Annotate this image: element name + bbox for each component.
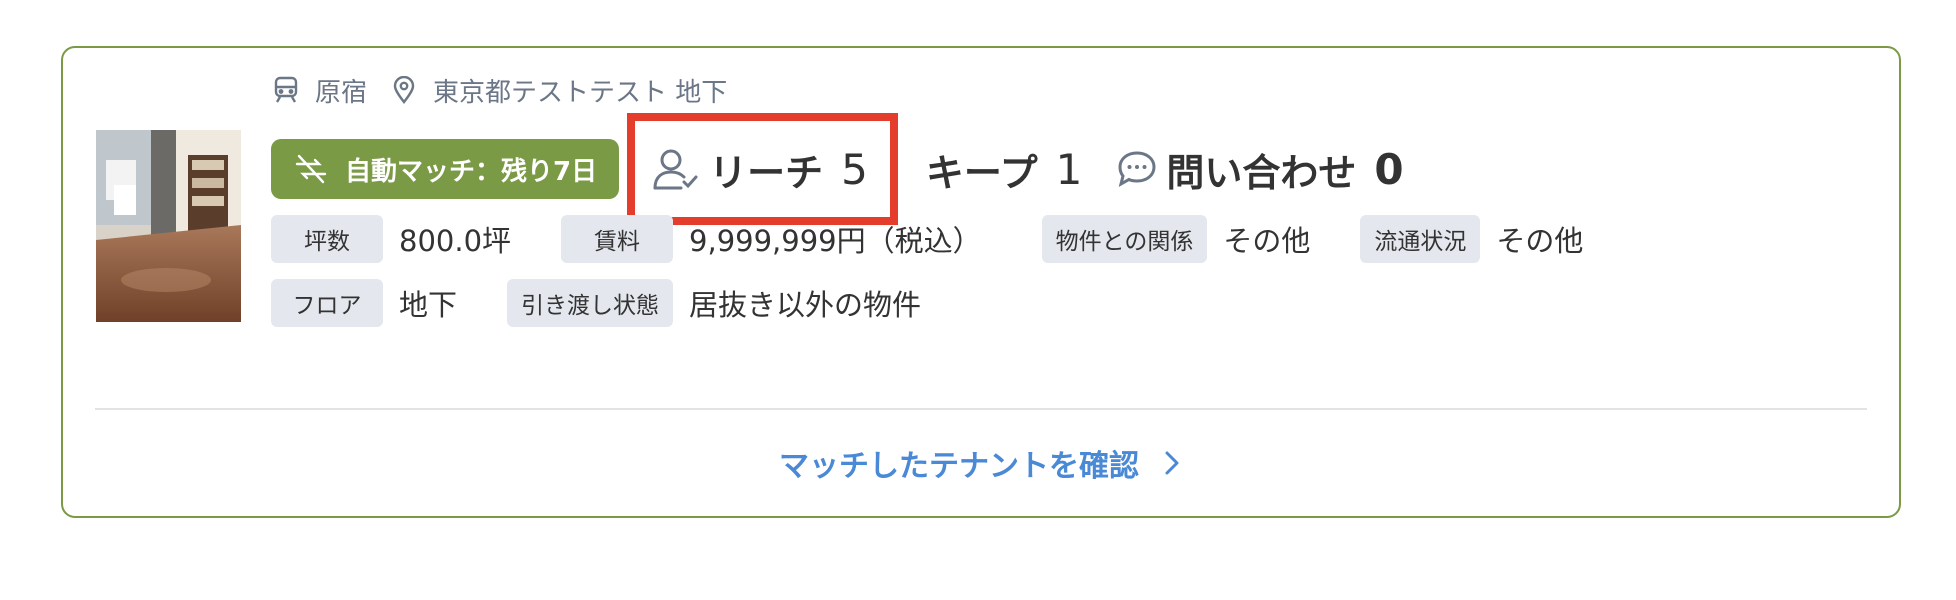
property-info: 原宿 東京都テストテスト 地下 自動マッチ：残り7日 リーチ 5 キープ 1 問… — [271, 70, 1879, 328]
value-floor: 地下 — [399, 288, 458, 322]
tag-area: 坪数 — [271, 215, 383, 263]
reach-stat[interactable]: リーチ 5 — [627, 113, 898, 225]
property-card: 原宿 東京都テストテスト 地下 自動マッチ：残り7日 リーチ 5 キープ 1 問… — [61, 46, 1901, 518]
tag-rent: 賃料 — [561, 215, 674, 263]
tag-distribution: 流通状況 — [1360, 215, 1481, 263]
chat-bubble-icon — [1116, 148, 1158, 190]
no-sync-icon — [291, 154, 331, 184]
train-icon — [271, 75, 301, 105]
keep-label: キープ — [925, 150, 1038, 195]
value-area: 800.0坪 — [399, 224, 512, 258]
value-relationship: その他 — [1223, 224, 1311, 258]
reach-label: リーチ — [709, 150, 824, 195]
confirm-matched-tenants-link[interactable]: マッチしたテナントを確認 — [63, 438, 1899, 488]
value-handover: 居抜き以外の物件 — [689, 288, 922, 322]
auto-match-label: 自動マッチ：残り7日 — [345, 156, 598, 187]
confirm-link-label: マッチしたテナントを確認 — [779, 449, 1139, 484]
map-pin-icon — [389, 75, 419, 105]
property-thumbnail[interactable] — [96, 130, 241, 322]
auto-match-badge: 自動マッチ：残り7日 — [271, 139, 620, 199]
user-check-icon — [651, 144, 701, 194]
tag-floor: フロア — [271, 279, 383, 327]
tag-relationship: 物件との関係 — [1041, 215, 1208, 263]
station-name: 原宿 — [315, 77, 368, 108]
value-rent: 9,999,999円（税込） — [689, 224, 982, 258]
inquiry-stat[interactable]: 問い合わせ 0 — [1116, 142, 1404, 197]
keep-count: 1 — [1055, 144, 1083, 194]
attribute-row: フロア 地下 引き渡し状態 居抜き以外の物件 — [271, 278, 1879, 328]
location-row: 原宿 東京都テストテスト 地下 — [271, 70, 1879, 110]
value-distribution: その他 — [1496, 224, 1584, 258]
status-row: 自動マッチ：残り7日 リーチ 5 キープ 1 問い合わせ 0 — [271, 113, 1879, 225]
tag-handover: 引き渡し状態 — [507, 279, 674, 327]
inquiry-count: 0 — [1374, 144, 1404, 194]
chevron-right-icon — [1161, 448, 1183, 478]
attribute-row: 坪数 800.0坪 賃料 9,999,999円（税込） 物件との関係 その他 流… — [271, 214, 1879, 264]
divider — [95, 408, 1867, 410]
inquiry-label: 問い合わせ — [1166, 150, 1357, 195]
address: 東京都テストテスト 地下 — [433, 77, 728, 108]
reach-count: 5 — [841, 144, 868, 194]
keep-stat[interactable]: キープ 1 — [926, 142, 1082, 197]
